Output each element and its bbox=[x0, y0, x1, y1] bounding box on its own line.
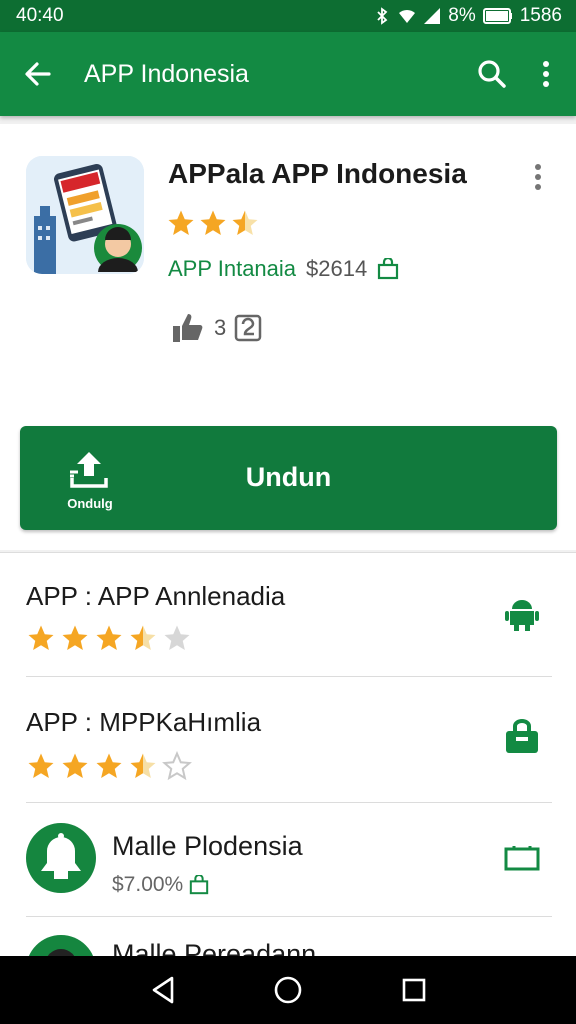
meta-row: 3 bbox=[170, 312, 262, 344]
shopping-bag-icon bbox=[378, 258, 399, 280]
card-more-icon[interactable] bbox=[528, 162, 548, 192]
app-title: APPala APP Indonesia bbox=[168, 158, 467, 189]
back-arrow-icon bbox=[25, 62, 51, 86]
developer-name[interactable]: APP Intanaia bbox=[168, 256, 296, 282]
list-item[interactable]: Malle Plodensia $7.00% bbox=[0, 803, 576, 917]
developer-row: APP Intanaia $2614 bbox=[168, 256, 399, 282]
list-item-title: Malle Plodensia bbox=[112, 831, 303, 861]
content-rating-icon bbox=[235, 314, 262, 342]
star-icon bbox=[96, 753, 122, 778]
install-button-label: Undun bbox=[245, 462, 332, 492]
back-button[interactable] bbox=[20, 56, 56, 92]
list-item-title: Malle Pereadann bbox=[112, 939, 317, 957]
bell-app-icon bbox=[41, 833, 81, 879]
app-bar: APP Indonesia bbox=[0, 32, 576, 116]
wifi-icon bbox=[399, 9, 416, 23]
search-icon bbox=[478, 60, 506, 88]
related-apps-list: APP : APP Annlenadia APP : MPPKaHımlia M… bbox=[0, 552, 576, 957]
screen-icon[interactable] bbox=[502, 839, 542, 879]
star-icon bbox=[28, 753, 54, 778]
star-icon bbox=[28, 625, 54, 650]
person-avatar-icon bbox=[47, 949, 75, 957]
avatar bbox=[26, 935, 96, 957]
app-logo-icon bbox=[26, 156, 144, 274]
status-bar: 40:40 8% 1586 bbox=[0, 0, 576, 32]
battery-icon bbox=[482, 8, 512, 24]
app-header-card: APPala APP Indonesia APP Intanaia $2614 … bbox=[0, 124, 576, 550]
search-button[interactable] bbox=[474, 56, 510, 92]
star-icon bbox=[62, 753, 88, 778]
status-icons: 8% 1586 bbox=[373, 5, 562, 27]
shop-bag-icon[interactable] bbox=[502, 717, 542, 757]
status-time: 40:40 bbox=[16, 5, 64, 26]
list-item-price-row: $7.00% bbox=[112, 873, 209, 897]
star-half-icon bbox=[130, 625, 156, 650]
app-bar-title: APP Indonesia bbox=[84, 59, 249, 88]
list-item[interactable]: APP : MPPKaHımlia bbox=[0, 677, 576, 803]
nav-back-icon[interactable] bbox=[146, 972, 182, 1008]
star-empty-icon bbox=[164, 625, 190, 650]
list-item-rating bbox=[26, 623, 192, 653]
shopping-bag-icon bbox=[190, 875, 209, 895]
list-item[interactable]: APP : APP Annlenadia bbox=[0, 553, 576, 677]
star-half-icon bbox=[232, 210, 258, 235]
signal-icon bbox=[424, 8, 441, 24]
list-item-price: $7.00% bbox=[112, 873, 184, 896]
overflow-menu-button[interactable] bbox=[536, 56, 556, 92]
system-nav-bar bbox=[0, 956, 576, 1024]
android-icon[interactable] bbox=[502, 593, 542, 633]
star-empty-icon bbox=[162, 751, 192, 781]
more-vert-icon bbox=[543, 61, 549, 87]
app-icon[interactable] bbox=[26, 156, 144, 274]
battery-percent: 8% bbox=[448, 5, 476, 26]
list-item-rating bbox=[26, 751, 192, 781]
bluetooth-icon bbox=[377, 7, 388, 25]
app-circle-icon bbox=[26, 823, 96, 893]
list-item-title: APP : APP Annlenadia bbox=[26, 581, 286, 611]
star-half-icon bbox=[130, 753, 156, 778]
nav-recents-icon[interactable] bbox=[396, 972, 432, 1008]
header-rating-stars bbox=[166, 208, 260, 238]
install-button[interactable]: Ondulg Undun bbox=[20, 426, 557, 530]
thumbs-up-icon bbox=[173, 314, 203, 342]
install-icon-label: Ondulg bbox=[67, 496, 113, 511]
star-icon bbox=[96, 625, 122, 650]
meta-count: 3 bbox=[214, 315, 227, 340]
star-icon bbox=[200, 210, 226, 235]
nav-home-icon[interactable] bbox=[270, 972, 306, 1008]
list-item-title: APP : MPPKaHımlia bbox=[26, 707, 262, 737]
star-icon bbox=[62, 625, 88, 650]
status-clock: 1586 bbox=[519, 5, 562, 26]
star-icon bbox=[168, 210, 194, 235]
list-item[interactable]: Malle Pereadann bbox=[0, 917, 576, 957]
app-price: $2614 bbox=[306, 256, 368, 281]
